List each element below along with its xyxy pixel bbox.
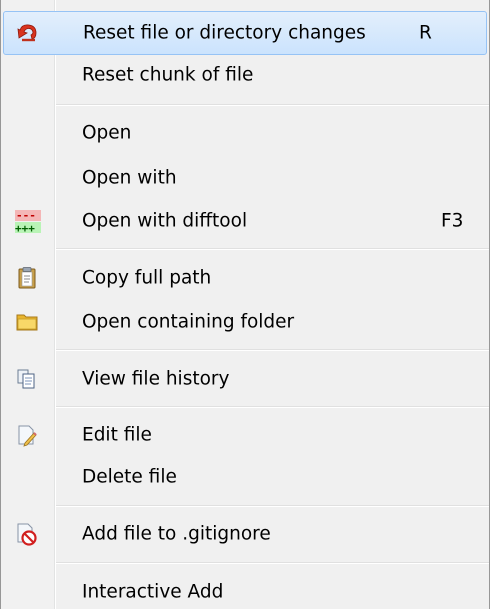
menu-separator <box>56 505 489 507</box>
menu-item-copy-full-path[interactable]: Copy full path <box>3 256 487 300</box>
menu-item-label: Edit file <box>82 424 152 446</box>
menu-separator <box>56 562 489 564</box>
menu-item-shortcut: F3 <box>441 210 464 232</box>
menu-item-label: Copy full path <box>82 267 212 289</box>
menu-item-view-file-history[interactable]: View file history <box>3 357 487 401</box>
diff-icon: --- +++ <box>15 209 43 235</box>
menu-item-delete-file[interactable]: Delete file <box>3 455 487 499</box>
menu-item-label: Interactive Add <box>82 581 224 603</box>
undo-icon <box>16 21 40 45</box>
menu-item-label: Add file to .gitignore <box>82 523 271 545</box>
menu-item-edit-file[interactable]: Edit file <box>3 413 487 457</box>
menu-separator <box>56 248 489 250</box>
menu-item-label: Open containing folder <box>82 311 295 333</box>
copy-pages-icon <box>15 367 39 391</box>
menu-item-reset-chunk-of-file[interactable]: Reset chunk of file <box>3 53 487 97</box>
menu-separator <box>56 349 489 351</box>
menu-item-label: Reset file or directory changes <box>83 22 366 44</box>
menu-item-add-file-to-gitignore[interactable]: Add file to .gitignore <box>3 512 487 556</box>
menu-item-label: Delete file <box>82 466 177 488</box>
menu-separator <box>56 406 489 408</box>
menu-item-interactive-add[interactable]: Interactive Add <box>3 570 487 614</box>
context-menu: Reset file or directory changes R Reset … <box>0 0 490 609</box>
menu-item-label: Open with <box>82 167 177 189</box>
menu-item-label: Open with difftool <box>82 210 248 232</box>
clipboard-icon <box>15 266 39 290</box>
menu-item-open[interactable]: Open <box>3 111 487 155</box>
no-entry-icon <box>15 522 39 546</box>
menu-item-label: Reset chunk of file <box>82 64 254 86</box>
menu-item-open-with-difftool[interactable]: --- +++ Open with difftool F3 <box>3 199 487 243</box>
menu-item-open-containing-folder[interactable]: Open containing folder <box>3 300 487 344</box>
folder-icon <box>15 310 39 334</box>
menu-item-label: Open <box>82 122 132 144</box>
menu-item-shortcut: R <box>419 22 432 44</box>
menu-item-reset-file-or-directory-changes[interactable]: Reset file or directory changes R <box>3 11 487 55</box>
menu-separator <box>56 104 489 106</box>
diff-icon-removed: --- <box>16 209 36 222</box>
menu-item-open-with[interactable]: Open with <box>3 156 487 200</box>
diff-icon-added: +++ <box>15 222 35 235</box>
menu-item-label: View file history <box>82 368 230 390</box>
pencil-page-icon <box>15 423 39 447</box>
